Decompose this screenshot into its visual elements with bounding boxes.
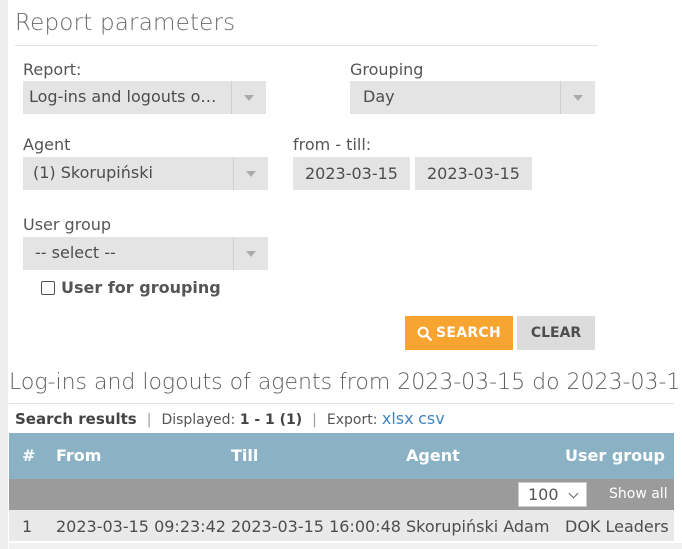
date-from-input[interactable]: 2023-03-15 xyxy=(293,157,410,190)
search-button[interactable]: SEARCH xyxy=(405,316,513,350)
clear-button[interactable]: CLEAR xyxy=(517,316,595,350)
results-meta: Search results | Displayed: 1 - 1 (1) | Expo… xyxy=(15,409,445,428)
cell-agent: Skorupiński Adam xyxy=(406,517,550,536)
displayed-label: Displayed: xyxy=(161,412,236,428)
user-for-grouping-label: User for grouping xyxy=(61,278,221,297)
chevron-down-icon xyxy=(233,157,268,190)
results-divider xyxy=(9,403,674,404)
page-size-select[interactable]: 100 xyxy=(518,482,587,507)
export-csv-link[interactable]: csv xyxy=(418,409,445,428)
date-range-label: from - till: xyxy=(293,135,372,154)
search-icon xyxy=(417,326,432,341)
export-label: Export: xyxy=(326,412,378,428)
search-button-label: SEARCH xyxy=(435,325,502,341)
user-group-label: User group xyxy=(23,215,112,234)
cell-from: 2023-03-15 09:23:42 xyxy=(56,517,226,536)
cell-user-group: DOK Leaders xyxy=(565,517,669,536)
date-till-input[interactable]: 2023-03-15 xyxy=(415,157,532,190)
column-header-from[interactable]: From xyxy=(56,446,101,465)
displayed-value: 1 - 1 (1) xyxy=(239,412,303,428)
column-header-till[interactable]: Till xyxy=(231,446,258,465)
user-group-select-value: -- select -- xyxy=(35,243,116,262)
results-heading: Log-ins and logouts of agents from 2023-… xyxy=(9,370,682,395)
agent-label: Agent xyxy=(23,135,71,154)
left-border xyxy=(0,0,8,549)
chevron-down-icon xyxy=(231,81,266,114)
report-label: Report: xyxy=(23,60,82,79)
cell-till: 2023-03-15 16:00:48 xyxy=(231,517,401,536)
grouping-select[interactable]: Day xyxy=(350,81,595,114)
column-header-number[interactable]: # xyxy=(22,446,35,465)
table-header: # From Till Agent User group xyxy=(9,433,674,479)
column-header-agent[interactable]: Agent xyxy=(406,446,460,465)
grouping-select-value: Day xyxy=(363,87,395,106)
export-xlsx-link[interactable]: xlsx xyxy=(382,409,414,428)
chevron-down-icon xyxy=(233,237,268,270)
user-group-select[interactable]: -- select -- xyxy=(23,237,268,270)
report-select[interactable]: Log-ins and logouts of a... xyxy=(23,81,266,114)
grouping-label: Grouping xyxy=(350,60,424,79)
search-results-label: Search results xyxy=(15,410,137,428)
show-all-link[interactable]: Show all xyxy=(609,486,668,502)
cell-number: 1 xyxy=(22,517,33,536)
chevron-down-icon xyxy=(560,81,595,114)
agent-select[interactable]: (1) Skorupiński xyxy=(23,157,268,190)
chevron-down-icon xyxy=(568,488,579,499)
pagination-bar: 100 Show all xyxy=(9,479,674,510)
table-row: 1 2023-03-15 09:23:42 2023-03-15 16:00:4… xyxy=(9,510,674,541)
report-select-value: Log-ins and logouts of a... xyxy=(29,87,219,106)
title-divider xyxy=(15,45,598,46)
bottom-border xyxy=(9,543,682,549)
page-title: Report parameters xyxy=(15,10,236,36)
agent-select-value: (1) Skorupiński xyxy=(33,163,153,182)
column-header-user-group[interactable]: User group xyxy=(565,446,665,465)
user-for-grouping-checkbox[interactable] xyxy=(41,281,55,295)
page-size-value: 100 xyxy=(528,485,559,504)
